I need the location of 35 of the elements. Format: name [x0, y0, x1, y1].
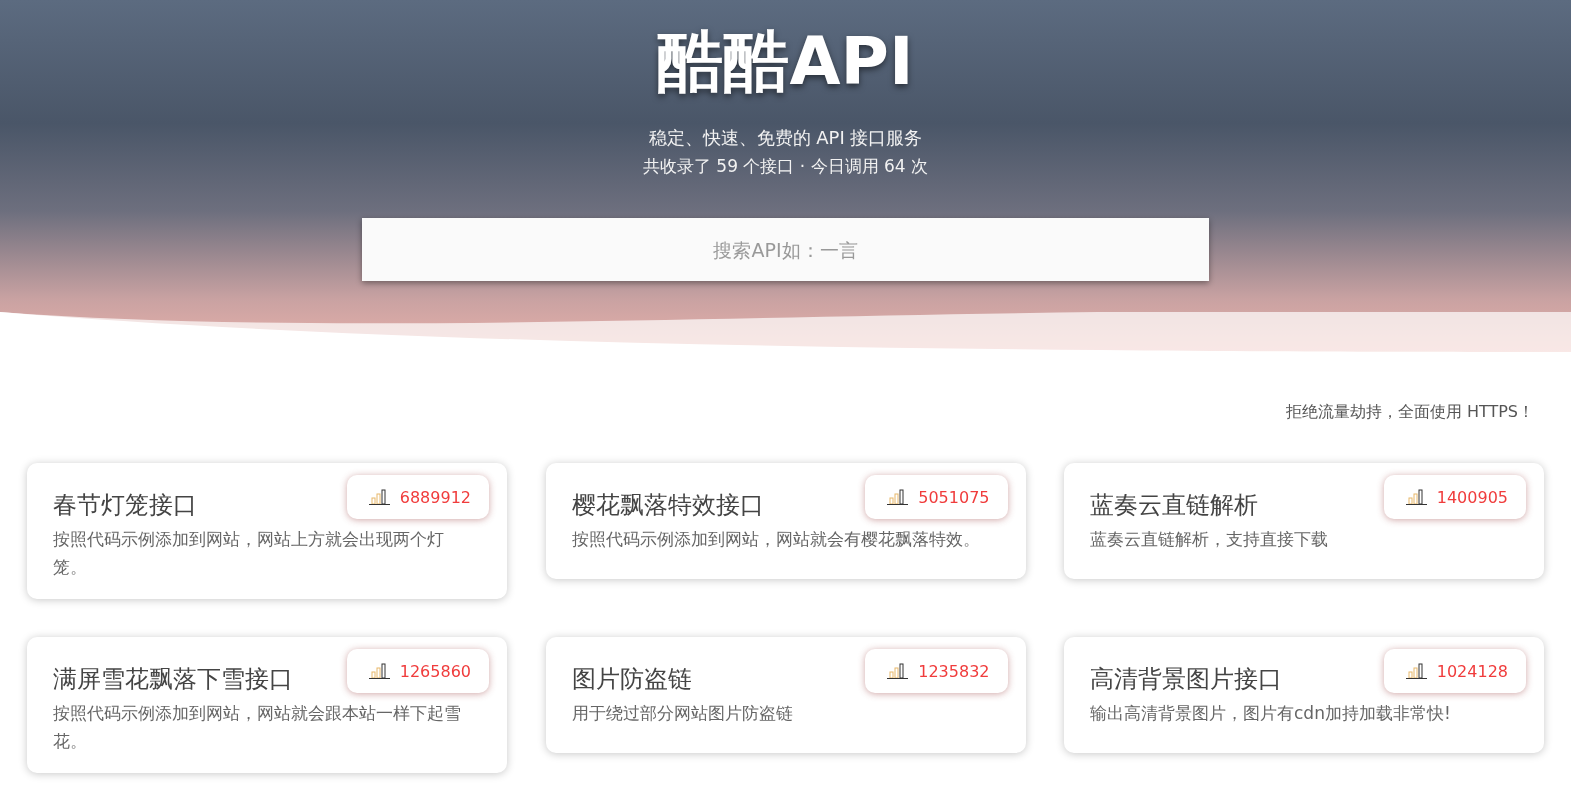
api-name: 满屏雪花飘落下雪接口	[53, 664, 293, 695]
api-description: 按照代码示例添加到网站，网站就会有樱花飘落特效。	[571, 528, 981, 551]
api-name: 春节灯笼接口	[53, 490, 197, 521]
api-card[interactable]: 樱花飘落特效接口 按照代码示例添加到网站，网站就会有樱花飘落特效。 5051075	[545, 463, 1026, 579]
bar-chart-icon	[1405, 663, 1428, 679]
api-name: 高清背景图片接口	[1090, 664, 1282, 695]
api-card[interactable]: 满屏雪花飘落下雪接口 按照代码示例添加到网站，网站就会跟本站一样下起雪花。 1265860	[27, 637, 507, 773]
api-card[interactable]: 春节灯笼接口 按照代码示例添加到网站，网站上方就会出现两个灯笼。 6889912	[27, 463, 507, 599]
site-subtitle: 稳定、快速、免费的 API 接口服务	[648, 126, 923, 150]
call-count: 5051075	[918, 487, 990, 507]
bar-chart-icon	[368, 489, 391, 505]
search-field[interactable]: 搜索API如：一言	[362, 218, 1209, 281]
api-card[interactable]: 蓝奏云直链解析 蓝奏云直链解析，支持直接下载 1400905	[1064, 463, 1544, 579]
bar-chart-icon	[1405, 489, 1428, 505]
call-count: 6889912	[399, 487, 471, 507]
api-description: 输出高清背景图片，图片有cdn加持加载非常快!	[1090, 702, 1452, 725]
call-count: 1400905	[1436, 487, 1508, 507]
site-title: 酷酷API	[657, 22, 914, 102]
call-count: 1265860	[399, 661, 471, 681]
api-card[interactable]: 图片防盗链 用于绕过部分网站图片防盗链 1235832	[545, 637, 1026, 753]
call-count: 1024128	[1436, 661, 1508, 681]
https-notice: 拒绝流量劫持，全面使用 HTTPS！	[1284, 401, 1535, 423]
site-stats: 共收录了 59 个接口 · 今日调用 64 次	[642, 155, 929, 178]
api-description: 用于绕过部分网站图片防盗链	[571, 702, 794, 725]
bar-chart-icon	[887, 663, 910, 679]
bar-chart-icon	[368, 663, 391, 679]
api-card[interactable]: 高清背景图片接口 输出高清背景图片，图片有cdn加持加载非常快! 1024128	[1064, 637, 1544, 753]
api-name: 蓝奏云直链解析	[1090, 490, 1258, 521]
api-description: 按照代码示例添加到网站，网站上方就会出现两个灯笼。	[53, 528, 445, 579]
bar-chart-icon	[887, 489, 910, 505]
api-name: 图片防盗链	[571, 664, 692, 695]
api-description: 按照代码示例添加到网站，网站就会跟本站一样下起雪花。	[53, 702, 462, 753]
api-description: 蓝奏云直链解析，支持直接下载	[1090, 528, 1329, 551]
call-count: 1235832	[918, 661, 990, 681]
api-name: 樱花飘落特效接口	[571, 490, 764, 521]
